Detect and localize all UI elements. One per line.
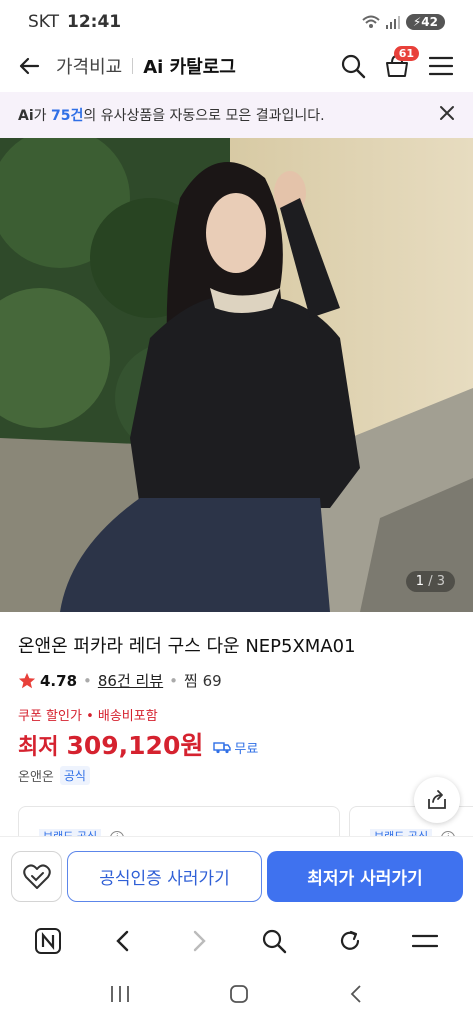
seller-name[interactable]: 온앤온 bbox=[18, 766, 54, 785]
recent-apps-button[interactable] bbox=[109, 984, 131, 1008]
browser-toolbar bbox=[0, 914, 473, 968]
carrier-label: SKT bbox=[28, 12, 60, 32]
purchase-action-bar: 공식인증 사러가기 최저가 사러가기 bbox=[0, 836, 473, 914]
system-nav-bar bbox=[0, 968, 473, 1024]
review-link[interactable]: 86건 리뷰 bbox=[98, 670, 163, 691]
price-row: 최저 309,120원 무료 bbox=[18, 726, 258, 762]
price-label: 최저 bbox=[18, 735, 59, 760]
seller-row: 온앤온 공식 bbox=[18, 766, 90, 785]
app-header: 가격비교 Ai 카탈로그 61 bbox=[0, 44, 473, 88]
gallery-pager: 1 / 3 bbox=[405, 571, 455, 592]
section-label[interactable]: 가격비교 bbox=[56, 53, 122, 79]
wishlist-button[interactable] bbox=[11, 851, 62, 902]
browser-menu-button[interactable] bbox=[405, 921, 445, 961]
system-back-button[interactable] bbox=[347, 983, 365, 1009]
lowest-price: 309,120원 bbox=[66, 731, 204, 760]
reload-button[interactable] bbox=[330, 921, 370, 961]
rating-score: 4.78 bbox=[40, 671, 78, 690]
product-image-gallery[interactable]: 1 / 3 bbox=[0, 138, 473, 612]
official-badge: 공식 bbox=[59, 766, 90, 785]
back-chevron-icon bbox=[350, 985, 361, 1003]
refresh-icon bbox=[340, 930, 359, 950]
home-icon bbox=[229, 985, 248, 1003]
rating-row: 4.78 • 86건 리뷰 • 찜 69 bbox=[18, 670, 222, 691]
browser-back-button[interactable] bbox=[103, 921, 143, 961]
cart-button[interactable]: 61 bbox=[381, 46, 419, 82]
close-icon bbox=[440, 106, 454, 120]
menu-button[interactable] bbox=[425, 50, 457, 82]
shipping-info: 무료 bbox=[213, 738, 258, 757]
search-icon bbox=[263, 929, 287, 954]
product-photo bbox=[0, 138, 473, 612]
back-button[interactable] bbox=[16, 53, 42, 79]
arrow-left-icon bbox=[19, 57, 40, 75]
recent-apps-icon bbox=[110, 986, 129, 1002]
search-icon bbox=[341, 54, 366, 79]
home-button[interactable] bbox=[228, 983, 250, 1009]
menu-icon bbox=[412, 934, 439, 948]
close-notice-button[interactable] bbox=[439, 105, 455, 125]
notice-text: Ai가 75건의 유사상품을 자동으로 모은 결과입니다. bbox=[18, 108, 325, 124]
product-title: 온앤온 퍼카라 레더 구스 다운 NEP5XMA01 bbox=[18, 636, 356, 657]
truck-icon bbox=[213, 742, 232, 754]
coupon-note: 쿠폰 할인가 • 배송비포함 bbox=[18, 709, 158, 724]
lowest-buy-button[interactable]: 최저가 사러가기 bbox=[267, 851, 463, 902]
naver-home-button[interactable] bbox=[28, 921, 68, 961]
share-button[interactable] bbox=[414, 777, 460, 823]
hamburger-icon bbox=[429, 56, 453, 76]
naver-logo-icon bbox=[34, 928, 61, 954]
signal-icon bbox=[385, 16, 400, 29]
chevron-left-icon bbox=[116, 930, 129, 952]
share-icon bbox=[428, 790, 446, 809]
status-bar: SKT 12:41 ⚡42 bbox=[0, 0, 473, 44]
clock: 12:41 bbox=[67, 12, 122, 32]
ai-notice-banner: Ai가 75건의 유사상품을 자동으로 모은 결과입니다. bbox=[0, 92, 473, 138]
wifi-icon bbox=[362, 15, 380, 28]
chevron-right-icon bbox=[193, 930, 206, 952]
official-buy-button[interactable]: 공식인증 사러가기 bbox=[67, 851, 262, 902]
star-icon bbox=[18, 672, 36, 688]
page-title: Ai 카탈로그 bbox=[143, 57, 236, 78]
heart-check-icon bbox=[22, 863, 51, 889]
cart-count-badge: 61 bbox=[393, 46, 419, 61]
similar-count: 75건 bbox=[50, 108, 84, 124]
battery-indicator: ⚡42 bbox=[405, 14, 445, 30]
browser-search-button[interactable] bbox=[254, 921, 294, 961]
browser-forward-button[interactable] bbox=[179, 921, 219, 961]
search-button[interactable] bbox=[337, 50, 369, 82]
wishlist-count: 찜 69 bbox=[184, 672, 222, 690]
header-divider bbox=[132, 58, 134, 74]
